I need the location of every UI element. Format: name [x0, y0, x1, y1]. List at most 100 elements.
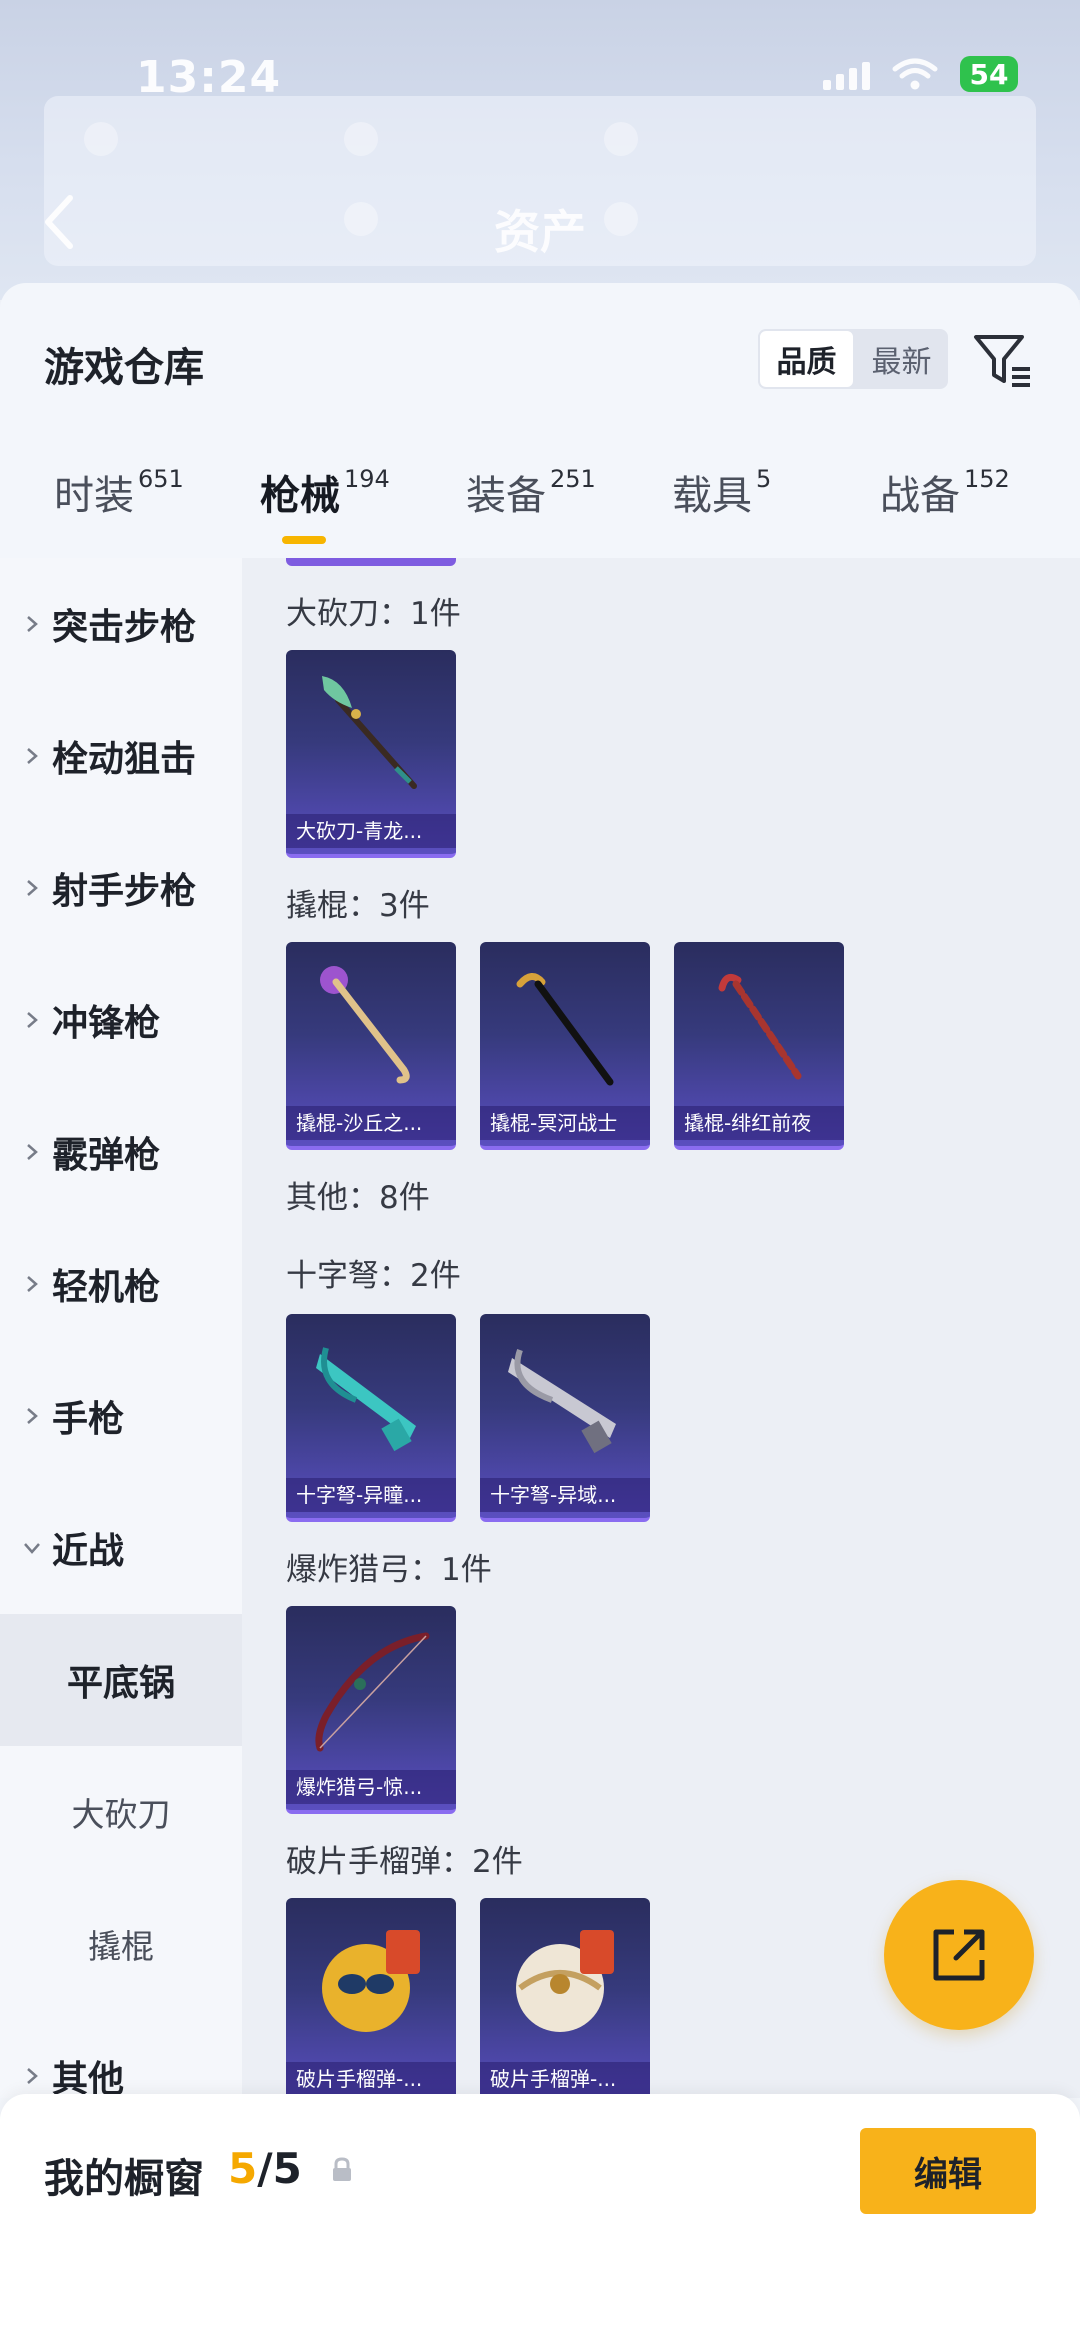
showcase-bar: 我的橱窗 5/5 编辑 [0, 2094, 1080, 2341]
crowbar-icon [516, 973, 614, 1086]
tab-firearms[interactable]: 枪械 194 [260, 463, 390, 521]
sidebar-item-label: 近战 [52, 1531, 125, 1572]
item-card[interactable]: 撬棍-绯红前夜 [674, 942, 844, 1150]
category-tabs: 时装 651 枪械 194 装备 251 载具 5 战备 152 [0, 463, 1080, 563]
item-name: 撬棍-沙丘之... [286, 1106, 456, 1140]
item-card[interactable]: 撬棍-沙丘之... [286, 942, 456, 1150]
sidebar-item-melee[interactable]: 近战 [0, 1482, 242, 1614]
showcase-label: 我的橱窗 [44, 2156, 204, 2202]
item-name: 破片手榴弹-... [480, 2062, 650, 2096]
showcase-current: 5 [228, 2144, 258, 2193]
active-tab-indicator [282, 536, 326, 544]
group-title: 十字弩：2件 [286, 1258, 461, 1294]
item-name: 十字弩-异瞳... [286, 1478, 456, 1512]
sidebar-subitem-label: 大砍刀 [71, 1795, 171, 1834]
lock-icon [333, 2157, 351, 2181]
sidebar-item-label: 手枪 [52, 1399, 125, 1440]
chevron-right-icon [27, 1408, 38, 1424]
blurred-icon [84, 122, 118, 156]
wifi-icon [892, 58, 938, 90]
sidebar-item-bolt-sniper[interactable]: 栓动狙击 [0, 690, 242, 822]
crowbar-icon [320, 966, 410, 1084]
sort-newest-button[interactable]: 最新 [855, 329, 948, 389]
group-title: 撬棍：3件 [286, 888, 430, 924]
sidebar-subitem-frying-pan[interactable]: 平底锅 [0, 1614, 242, 1746]
tab-count: 651 [138, 465, 184, 493]
sidebar-subitem-crowbar[interactable]: 撬棍 [0, 1878, 242, 2010]
item-card[interactable]: 十字弩-异域... [480, 1314, 650, 1522]
previous-card-edge [286, 558, 456, 566]
showcase-max: 5 [272, 2144, 302, 2193]
tab-tactical[interactable]: 战备 152 [880, 463, 1010, 521]
tab-label: 枪械 [260, 473, 340, 519]
sidebar-item-assault-rifle[interactable]: 突击步枪 [0, 558, 242, 690]
category-sidebar: 突击步枪 栓动狙击 射手步枪 冲锋枪 霰弹枪 轻机枪 手枪 近战 平底锅 大砍刀… [0, 558, 242, 2100]
item-card[interactable]: 破片手榴弹-... [480, 1898, 650, 2098]
warehouse-title: 游戏仓库 [44, 345, 204, 391]
filter-icon[interactable] [972, 329, 1034, 391]
page-title: 资产 [494, 205, 586, 259]
item-name: 十字弩-异域... [480, 1478, 650, 1512]
battery-indicator: 54 [960, 56, 1018, 92]
showcase-count: 5/5 [228, 2144, 302, 2193]
item-name: 大砍刀-青龙... [286, 814, 456, 848]
item-list: 大砍刀：1件 大砍刀-青龙... 撬棍：3件 撬棍-沙丘之... 撬棍-冥河战士… [242, 558, 1080, 2098]
item-name: 撬棍-冥河战士 [480, 1106, 650, 1140]
grenade-icon [516, 1930, 614, 2032]
share-button[interactable] [884, 1880, 1034, 2030]
group-title: 爆炸猎弓：1件 [286, 1552, 492, 1588]
sidebar-item-smg[interactable]: 冲锋枪 [0, 954, 242, 1086]
sidebar-item-marksman-rifle[interactable]: 射手步枪 [0, 822, 242, 954]
sidebar-item-label: 栓动狙击 [52, 739, 197, 780]
chevron-right-icon [27, 1276, 38, 1292]
sidebar-item-label: 轻机枪 [52, 1267, 161, 1308]
tab-equipment[interactable]: 装备 251 [466, 463, 596, 521]
status-time: 13:24 [136, 52, 282, 103]
sort-quality-button[interactable]: 品质 [758, 329, 855, 389]
tab-fashion[interactable]: 时装 651 [54, 463, 184, 521]
tab-label: 装备 [466, 473, 546, 519]
sidebar-item-pistol[interactable]: 手枪 [0, 1350, 242, 1482]
item-card[interactable]: 破片手榴弹-... [286, 1898, 456, 2098]
crossbow-icon [508, 1349, 616, 1454]
showcase-separator: / [257, 2144, 273, 2193]
item-card[interactable]: 撬棍-冥河战士 [480, 942, 650, 1150]
chevron-right-icon [27, 1012, 38, 1028]
sidebar-subitem-label: 平底锅 [66, 1663, 175, 1704]
sidebar-item-shotgun[interactable]: 霰弹枪 [0, 1086, 242, 1218]
sidebar-item-label: 冲锋枪 [52, 1003, 161, 1044]
tab-count: 194 [344, 465, 390, 493]
chevron-right-icon [27, 880, 38, 896]
item-card[interactable]: 大砍刀-青龙... [286, 650, 456, 858]
sidebar-subitem-label: 撬棍 [88, 1927, 154, 1966]
tab-label: 时装 [54, 473, 134, 519]
chevron-down-icon [24, 1543, 40, 1554]
blurred-header: 13:24 54 资产 [0, 0, 1080, 300]
share-icon [933, 1929, 985, 1981]
tab-count: 5 [756, 465, 772, 493]
chevron-right-icon [27, 748, 38, 764]
tab-count: 152 [964, 465, 1010, 493]
group-title: 破片手榴弹：2件 [286, 1844, 523, 1880]
tab-count: 251 [550, 465, 596, 493]
blurred-icon [344, 122, 378, 156]
edit-button[interactable]: 编辑 [860, 2128, 1036, 2214]
blurred-icon [604, 122, 638, 156]
group-title: 其他：8件 [286, 1180, 430, 1216]
crossbow-icon [316, 1347, 416, 1452]
item-card[interactable]: 十字弩-异瞳... [286, 1314, 456, 1522]
chevron-right-icon [27, 2068, 38, 2084]
group-title: 大砍刀：1件 [286, 596, 461, 632]
sidebar-item-lmg[interactable]: 轻机枪 [0, 1218, 242, 1350]
bow-icon [315, 1632, 430, 1752]
chevron-right-icon [27, 1144, 38, 1160]
sidebar-item-label: 霰弹枪 [52, 1135, 161, 1176]
sidebar-item-label: 突击步枪 [52, 607, 197, 648]
sidebar-subitem-machete[interactable]: 大砍刀 [0, 1746, 242, 1878]
tab-vehicles[interactable]: 载具 5 [672, 463, 771, 521]
item-name: 破片手榴弹-... [286, 2062, 456, 2096]
tab-label: 战备 [880, 473, 960, 519]
signal-icon [823, 58, 870, 90]
status-icons: 54 [823, 56, 1018, 92]
item-card[interactable]: 爆炸猎弓-惊... [286, 1606, 456, 1814]
